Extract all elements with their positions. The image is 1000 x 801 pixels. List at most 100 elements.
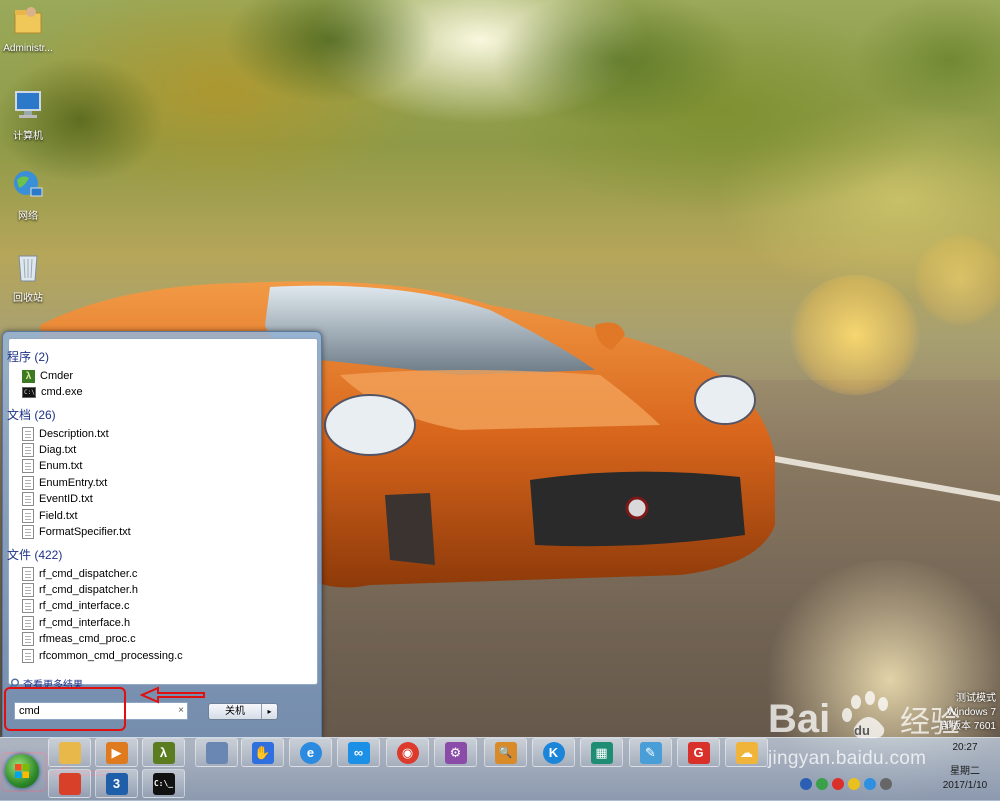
desktop-icon-label: Administr...: [3, 43, 53, 54]
shutdown-label[interactable]: 关机: [209, 704, 262, 719]
text-file-icon: [22, 476, 34, 490]
result-label: rfcommon_cmd_processing.c: [39, 650, 183, 662]
text-file-icon: [22, 509, 34, 523]
taskbar-wave-tool[interactable]: 3: [95, 769, 138, 798]
taskbar-internet-explorer[interactable]: e: [289, 738, 332, 767]
console-icon: C:\_: [152, 772, 175, 795]
taskbar-baidu-cloud[interactable]: ∞: [337, 738, 380, 767]
group-files-title: 文件 (422): [7, 548, 63, 562]
taskbar-calculator[interactable]: ▦: [580, 738, 623, 767]
result-document[interactable]: EventID.txt: [22, 491, 93, 507]
result-label: Description.txt: [39, 428, 109, 440]
network-status-icon[interactable]: [864, 778, 876, 790]
clock-time: 20:27: [952, 742, 978, 753]
installer-icon: ⚙: [444, 741, 467, 764]
text-file-icon: [22, 616, 34, 630]
taskbar-network-tool[interactable]: [195, 738, 238, 767]
text-file-icon: [22, 525, 34, 539]
taskbar-baidu[interactable]: ✋: [241, 738, 284, 767]
result-cmd-exe[interactable]: C:\ cmd.exe: [22, 384, 83, 400]
windows-flag-icon: [58, 772, 81, 795]
media-player-icon: ▶: [105, 741, 128, 764]
taskbar-weather[interactable]: ☁: [725, 738, 768, 767]
clock-weekday: 星期二: [950, 766, 980, 777]
clear-search-icon[interactable]: ×: [178, 703, 184, 719]
text-file-icon: [22, 599, 34, 613]
cmder-icon: λ: [22, 369, 35, 383]
text-file-icon: [22, 492, 34, 506]
baidu-paw-icon: ✋: [251, 741, 274, 764]
watermark-url: jingyan.baidu.com: [768, 748, 927, 769]
result-file[interactable]: rf_cmd_dispatcher.c: [22, 566, 137, 582]
tray-app-icon[interactable]: [832, 778, 844, 790]
result-file[interactable]: rfmeas_cmd_proc.c: [22, 631, 136, 647]
magnifier-icon: 🔍: [494, 741, 517, 764]
taskbar-installer[interactable]: ⚙: [434, 738, 477, 767]
text-file-icon: [22, 459, 34, 473]
text-file-icon: [22, 649, 34, 663]
watermark-brand-tail: du: [854, 723, 870, 738]
taskbar-cmder[interactable]: λ: [142, 738, 185, 767]
result-label: rfmeas_cmd_proc.c: [39, 633, 136, 645]
taskbar-windows-explorer[interactable]: [48, 769, 91, 798]
result-label: Diag.txt: [39, 444, 77, 456]
network-icon: [14, 171, 43, 197]
taskbar-explorer[interactable]: [48, 738, 91, 767]
result-cmder[interactable]: λ Cmder: [22, 368, 73, 384]
result-document[interactable]: Description.txt: [22, 426, 109, 442]
result-file[interactable]: rf_cmd_interface.h: [22, 615, 130, 631]
taskbar-search-tool[interactable]: 🔍: [484, 738, 527, 767]
result-file[interactable]: rf_cmd_dispatcher.h: [22, 582, 138, 598]
tray-app-icon[interactable]: [848, 778, 860, 790]
shutdown-button[interactable]: 关机 ▸: [208, 703, 278, 720]
watermark-brand: Bai: [768, 697, 830, 741]
result-document[interactable]: Diag.txt: [22, 442, 76, 458]
user-folder-icon: [14, 7, 42, 34]
calculator-icon: ▦: [590, 741, 613, 764]
result-label: rf_cmd_dispatcher.h: [39, 584, 139, 596]
taskbar-clock[interactable]: 20:27 星期二 2017/1/10: [934, 741, 996, 793]
result-document[interactable]: Field.txt: [22, 508, 78, 524]
text-file-icon: [22, 583, 34, 597]
desktop-icon-network[interactable]: 网络: [0, 168, 56, 222]
baidu-jingyan-watermark: Bai du 经验: [768, 691, 960, 741]
help-icon[interactable]: [800, 778, 812, 790]
taskbar-media-player[interactable]: ▶: [95, 738, 138, 767]
volume-icon[interactable]: [880, 778, 892, 790]
desktop-icon-recycle-bin[interactable]: 回收站: [0, 250, 56, 304]
annotation-arrow-icon: [140, 686, 205, 704]
result-label: rf_cmd_interface.c: [39, 600, 130, 612]
watermark-cn: 经验: [900, 705, 960, 740]
result-label: Cmder: [40, 370, 74, 382]
paint-icon: ✎: [639, 741, 662, 764]
desktop-icon-user-folder[interactable]: Administr...: [0, 4, 56, 54]
tray-app-icon[interactable]: [816, 778, 828, 790]
bokeh-light: [915, 235, 1000, 325]
desktop-icon-computer[interactable]: 计算机: [0, 88, 56, 142]
result-label: Enum.txt: [39, 460, 83, 472]
desktop-icon-label: 网络: [18, 211, 38, 222]
group-programs-title: 程序 (2): [7, 350, 50, 364]
result-file[interactable]: rfcommon_cmd_processing.c: [22, 648, 183, 664]
start-button[interactable]: [5, 754, 39, 788]
network-computer-icon: [205, 741, 228, 764]
result-document[interactable]: EnumEntry.txt: [22, 475, 107, 491]
taskbar-foxit[interactable]: G: [677, 738, 720, 767]
text-file-icon: [22, 427, 34, 441]
clock-date: 2017/1/10: [942, 780, 988, 791]
result-label: EnumEntry.txt: [39, 477, 108, 489]
result-file[interactable]: rf_cmd_interface.c: [22, 598, 129, 614]
taskbar-kugou[interactable]: K: [532, 738, 575, 767]
shutdown-options-arrow-icon[interactable]: ▸: [262, 704, 277, 719]
taskbar-paint[interactable]: ✎: [629, 738, 672, 767]
cmd-icon: C:\: [22, 386, 36, 398]
windows-flag-icon: [15, 764, 29, 778]
desktop-icon-label: 回收站: [13, 293, 43, 304]
ie-icon: e: [299, 741, 322, 764]
result-document[interactable]: FormatSpecifier.txt: [22, 524, 131, 540]
result-document[interactable]: Enum.txt: [22, 458, 82, 474]
folder-icon: [58, 741, 81, 764]
taskbar-console[interactable]: C:\_: [142, 769, 185, 798]
taskbar-chrome[interactable]: ◉: [386, 738, 429, 767]
result-label: Field.txt: [39, 510, 78, 522]
